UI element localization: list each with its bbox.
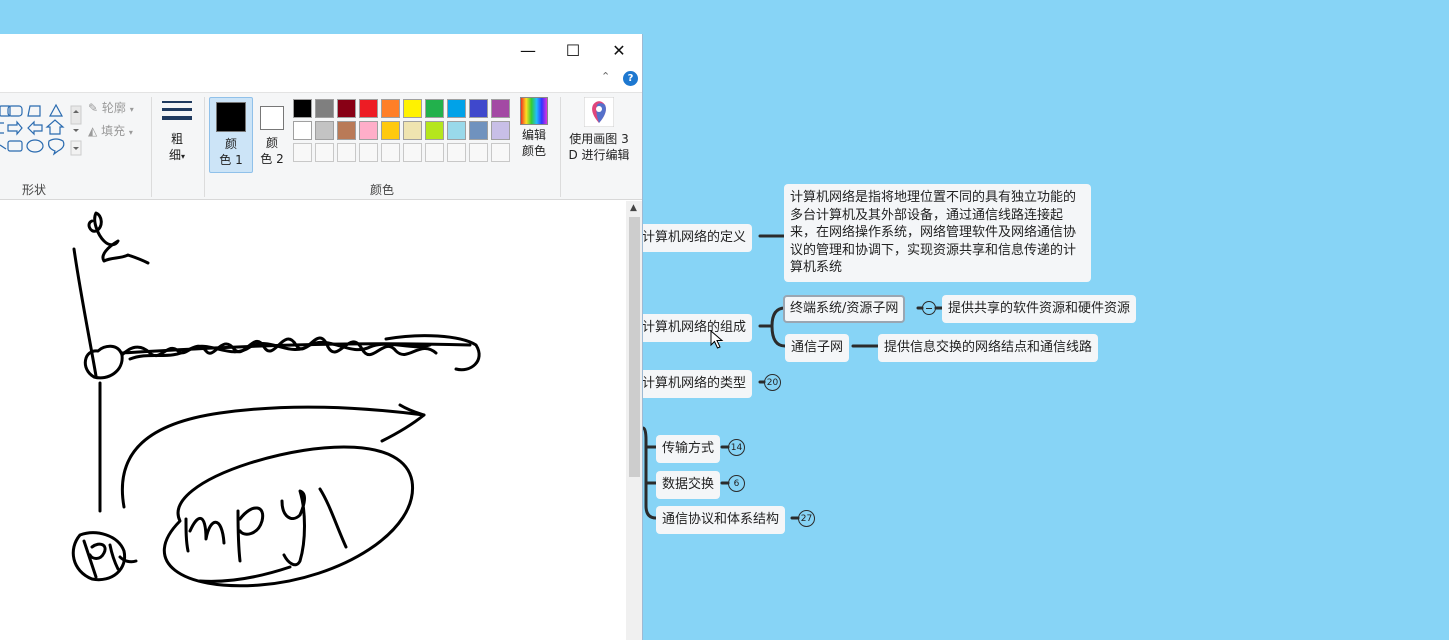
palette-swatch[interactable] <box>381 121 400 140</box>
size-label-1: 粗 <box>170 132 183 146</box>
mm-count-badge-data-exchange[interactable]: 6 <box>728 475 745 492</box>
custom-color-slot[interactable] <box>381 143 400 162</box>
title-bar: — ☐ ✕ <box>0 34 642 66</box>
palette-swatch[interactable] <box>425 121 444 140</box>
palette-swatch[interactable] <box>469 99 488 118</box>
palette-swatch[interactable] <box>447 99 466 118</box>
paint3d-label-2: D 进行编辑 <box>568 148 630 162</box>
palette-swatch[interactable] <box>447 121 466 140</box>
palette-swatch[interactable] <box>491 121 510 140</box>
color2-label: 颜 色 2 <box>251 135 293 167</box>
palette-swatch[interactable] <box>293 99 312 118</box>
custom-color-slot[interactable] <box>469 143 488 162</box>
scroll-up-arrow-icon[interactable]: ▲ <box>630 203 637 213</box>
edit-colors-label-2: 颜色 <box>521 144 546 158</box>
palette-swatch[interactable] <box>491 99 510 118</box>
group-divider <box>204 97 205 197</box>
color1-label-1: 颜 <box>224 137 237 151</box>
edit-colors-label-1: 编辑 <box>521 128 546 142</box>
palette-swatch[interactable] <box>381 99 400 118</box>
help-icon[interactable]: ? <box>623 71 638 86</box>
palette-swatch[interactable] <box>359 121 378 140</box>
group-divider <box>560 97 561 197</box>
palette-swatch[interactable] <box>469 121 488 140</box>
palette-swatch[interactable] <box>315 121 334 140</box>
size-label-2: 细 <box>168 148 181 162</box>
collapse-minus-icon[interactable] <box>922 301 936 315</box>
palette-swatch[interactable] <box>293 121 312 140</box>
fill-label: 填充 <box>101 124 126 138</box>
outline-button[interactable]: ✎ 轮廓 ▾ <box>88 99 134 116</box>
color2-label-2: 色 2 <box>260 152 284 166</box>
mm-node-terminal-desc[interactable]: 提供共享的软件资源和硬件资源 <box>942 295 1137 323</box>
mm-node-comm-subnet[interactable]: 通信子网 <box>785 334 850 362</box>
mm-node-transmission[interactable]: 传输方式 <box>656 435 721 463</box>
drawing-canvas[interactable] <box>0 201 626 640</box>
custom-color-slot[interactable] <box>337 143 356 162</box>
edit-colors-button[interactable]: 编辑 颜色 <box>514 97 554 159</box>
mm-node-types[interactable]: 计算机网络的类型 <box>636 370 753 398</box>
palette-swatch[interactable] <box>315 99 334 118</box>
maximize-button[interactable]: ☐ <box>550 34 596 66</box>
shapes-gallery[interactable] <box>0 101 82 163</box>
rainbow-palette-icon <box>520 97 548 125</box>
mm-node-protocol[interactable]: 通信协议和体系结构 <box>656 506 786 534</box>
palette-swatch[interactable] <box>337 99 356 118</box>
paint3d-label-1: 使用画图 3 <box>569 132 629 146</box>
mm-count-badge-protocol[interactable]: 27 <box>798 510 815 527</box>
mm-count-badge-types[interactable]: 20 <box>764 374 781 391</box>
scroll-thumb[interactable] <box>629 217 640 477</box>
color1-label-2: 色 1 <box>219 153 243 167</box>
fill-button[interactable]: ◭ 填充 ▾ <box>88 122 133 139</box>
minimize-button[interactable]: — <box>505 34 551 66</box>
shapes-group-label: 形状 <box>22 183 47 197</box>
outline-brush-icon: ✎ <box>88 101 99 115</box>
mm-count-badge-transmission[interactable]: 14 <box>728 439 745 456</box>
paint3d-icon <box>584 97 614 127</box>
size-label-row: 细▾ <box>158 147 196 165</box>
fill-bucket-icon: ◭ <box>88 124 98 138</box>
chevron-down-icon: ▾ <box>129 105 134 114</box>
mm-node-definition-text[interactable]: 计算机网络是指将地理位置不同的具有独立功能的多台计算机及其外部设备，通过通信线路… <box>784 184 1091 282</box>
mm-node-definition[interactable]: 计算机网络的定义 <box>636 224 753 252</box>
chevron-down-icon: ▾ <box>128 128 133 137</box>
palette-swatch[interactable] <box>359 99 378 118</box>
paint-window: — ☐ ✕ ⌃ ? ✎ 轮廓 ▾ ◭ 填充 ▾ 形状 粗 细▾ 颜 色 1 颜 … <box>0 34 643 640</box>
close-button[interactable]: ✕ <box>596 34 642 66</box>
mm-node-data-exchange[interactable]: 数据交换 <box>656 471 721 499</box>
palette-swatch[interactable] <box>425 99 444 118</box>
custom-color-slot[interactable] <box>491 143 510 162</box>
freehand-drawing <box>71 211 481 588</box>
mouse-pointer-icon <box>710 330 724 349</box>
edit-with-paint3d-button[interactable]: 使用画图 3 D 进行编辑 <box>566 97 632 163</box>
color1-label: 颜 色 1 <box>210 136 252 168</box>
colors-group-label: 颜色 <box>370 183 395 197</box>
color1-button[interactable]: 颜 色 1 <box>209 97 253 173</box>
color2-swatch <box>260 106 284 130</box>
ribbon: ✎ 轮廓 ▾ ◭ 填充 ▾ 形状 粗 细▾ 颜 色 1 颜 色 2 编辑 颜色 … <box>0 92 642 200</box>
palette-swatch[interactable] <box>403 121 422 140</box>
custom-color-slot[interactable] <box>315 143 334 162</box>
palette-swatch[interactable] <box>403 99 422 118</box>
line-size-icon <box>162 101 192 120</box>
chevron-down-icon: ▾ <box>181 152 186 161</box>
custom-color-slot[interactable] <box>403 143 422 162</box>
color2-label-1: 颜 <box>265 136 278 150</box>
color2-button[interactable]: 颜 色 2 <box>251 97 295 173</box>
mm-node-composition[interactable]: 计算机网络的组成 <box>636 314 753 342</box>
vertical-scrollbar[interactable]: ▲ <box>626 201 642 640</box>
palette-swatch[interactable] <box>337 121 356 140</box>
custom-color-slot[interactable] <box>447 143 466 162</box>
outline-label: 轮廓 <box>101 101 126 115</box>
custom-color-slot[interactable] <box>359 143 378 162</box>
mm-node-comm-subnet-desc[interactable]: 提供信息交换的网络结点和通信线路 <box>878 334 1099 362</box>
group-divider <box>151 97 152 197</box>
custom-color-slot[interactable] <box>293 143 312 162</box>
color1-swatch <box>216 102 246 132</box>
mm-node-terminal-system[interactable]: 终端系统/资源子网 <box>783 295 906 323</box>
size-button[interactable]: 粗 细▾ <box>158 99 196 165</box>
ribbon-collapse-chevron-icon[interactable]: ⌃ <box>601 70 610 83</box>
custom-color-slot[interactable] <box>425 143 444 162</box>
